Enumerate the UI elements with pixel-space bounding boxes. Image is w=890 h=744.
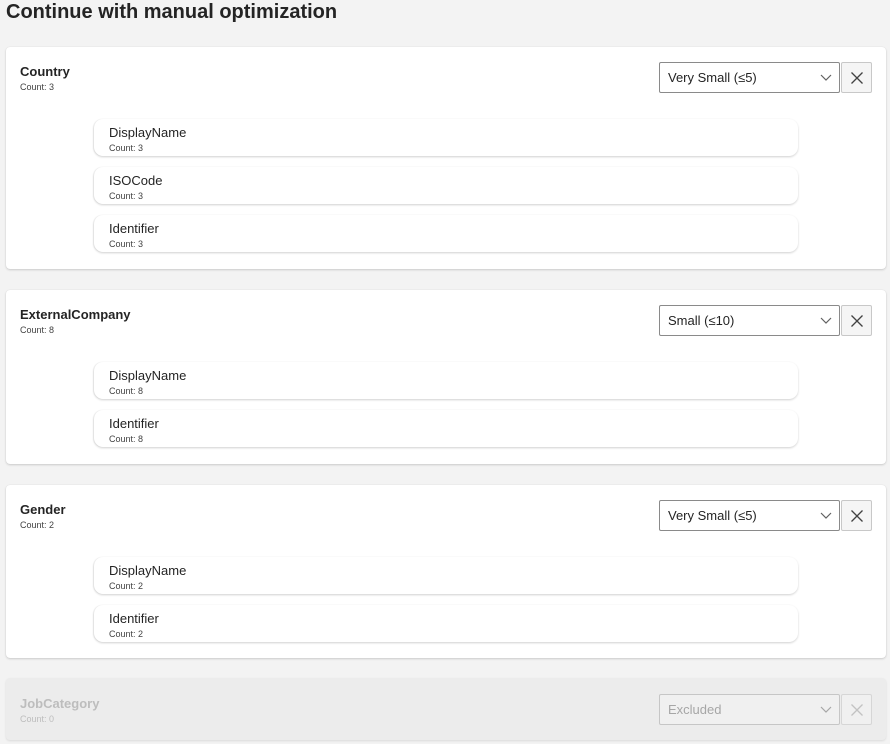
size-dropdown-value: Excluded bbox=[668, 702, 722, 717]
remove-button[interactable] bbox=[841, 500, 872, 531]
field-name: ISOCode bbox=[109, 173, 163, 188]
size-dropdown[interactable]: Very Small (≤5) bbox=[659, 62, 840, 93]
entity-count: Count: 8 bbox=[20, 325, 55, 335]
chevron-down-icon bbox=[820, 706, 832, 713]
entity-name: Gender bbox=[20, 502, 66, 517]
field-count: Count: 3 bbox=[109, 239, 144, 249]
remove-button bbox=[841, 694, 872, 725]
size-dropdown-value: Small (≤10) bbox=[668, 313, 735, 328]
field-row: DisplayName Count: 2 bbox=[94, 557, 798, 594]
entity-name: ExternalCompany bbox=[20, 307, 131, 322]
field-count: Count: 3 bbox=[109, 143, 144, 153]
size-dropdown: Excluded bbox=[659, 694, 840, 725]
close-icon bbox=[851, 72, 863, 84]
close-icon bbox=[851, 315, 863, 327]
field-row: Identifier Count: 2 bbox=[94, 605, 798, 642]
field-name: Identifier bbox=[109, 416, 159, 431]
size-dropdown[interactable]: Small (≤10) bbox=[659, 305, 840, 336]
entity-card-jobcategory: JobCategory Count: 0 Excluded bbox=[6, 678, 886, 740]
field-row: DisplayName Count: 8 bbox=[94, 362, 798, 399]
field-name: Identifier bbox=[109, 611, 159, 626]
chevron-down-icon bbox=[820, 74, 832, 81]
field-name: DisplayName bbox=[109, 368, 187, 383]
field-row: DisplayName Count: 3 bbox=[94, 119, 798, 156]
field-row: ISOCode Count: 3 bbox=[94, 167, 798, 204]
remove-button[interactable] bbox=[841, 305, 872, 336]
field-count: Count: 3 bbox=[109, 191, 144, 201]
entity-card-country: Country Count: 3 Very Small (≤5) Display… bbox=[6, 47, 886, 269]
chevron-down-icon bbox=[820, 512, 832, 519]
page-title: Continue with manual optimization bbox=[6, 1, 338, 23]
field-count: Count: 2 bbox=[109, 581, 144, 591]
field-count: Count: 8 bbox=[109, 434, 144, 444]
entity-card-externalcompany: ExternalCompany Count: 8 Small (≤10) Dis… bbox=[6, 290, 886, 464]
entity-count: Count: 3 bbox=[20, 82, 55, 92]
field-count: Count: 2 bbox=[109, 629, 144, 639]
size-dropdown-value: Very Small (≤5) bbox=[668, 70, 757, 85]
remove-button[interactable] bbox=[841, 62, 872, 93]
close-icon bbox=[851, 510, 863, 522]
field-count: Count: 8 bbox=[109, 386, 144, 396]
field-row: Identifier Count: 3 bbox=[94, 215, 798, 252]
field-row: Identifier Count: 8 bbox=[94, 410, 798, 447]
entity-count: Count: 2 bbox=[20, 520, 55, 530]
entity-card-gender: Gender Count: 2 Very Small (≤5) DisplayN… bbox=[6, 485, 886, 658]
field-name: Identifier bbox=[109, 221, 159, 236]
entity-name: Country bbox=[20, 64, 70, 79]
entity-name: JobCategory bbox=[20, 696, 100, 711]
field-name: DisplayName bbox=[109, 563, 187, 578]
entity-count: Count: 0 bbox=[20, 714, 55, 724]
size-dropdown-value: Very Small (≤5) bbox=[668, 508, 757, 523]
field-name: DisplayName bbox=[109, 125, 187, 140]
chevron-down-icon bbox=[820, 317, 832, 324]
size-dropdown[interactable]: Very Small (≤5) bbox=[659, 500, 840, 531]
close-icon bbox=[851, 704, 863, 716]
